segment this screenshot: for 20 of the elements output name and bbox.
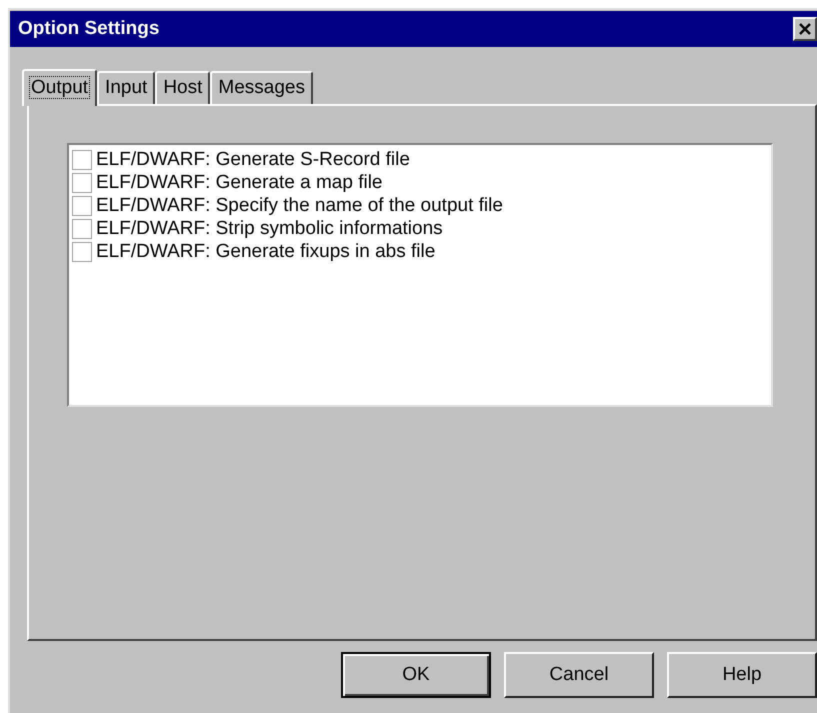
tab[interactable]: Messages [210,71,313,104]
tab[interactable]: Input [97,71,156,104]
checkbox[interactable] [72,150,92,170]
close-button[interactable] [793,17,817,41]
option-item[interactable]: ELF/DWARF: Generate a map file [72,171,771,194]
checkbox[interactable] [72,218,92,238]
option-item[interactable]: ELF/DWARF: Generate S-Record file [72,148,771,171]
option-item[interactable]: ELF/DWARF: Strip symbolic informations [72,217,771,240]
checkbox[interactable] [72,196,92,216]
close-icon [799,23,811,35]
dialog-button[interactable]: Help [667,652,817,698]
tab[interactable]: Host [155,71,210,104]
tab[interactable]: Output [22,69,98,106]
dialog-button[interactable]: OK [341,652,491,698]
window-title: Option Settings [18,16,160,41]
dialog-button[interactable]: Cancel [504,652,654,698]
option-item[interactable]: ELF/DWARF: Generate fixups in abs file [72,240,771,263]
checkbox[interactable] [72,172,92,192]
option-item[interactable]: ELF/DWARF: Specify the name of the output file [72,194,771,217]
checkbox[interactable] [72,242,92,262]
